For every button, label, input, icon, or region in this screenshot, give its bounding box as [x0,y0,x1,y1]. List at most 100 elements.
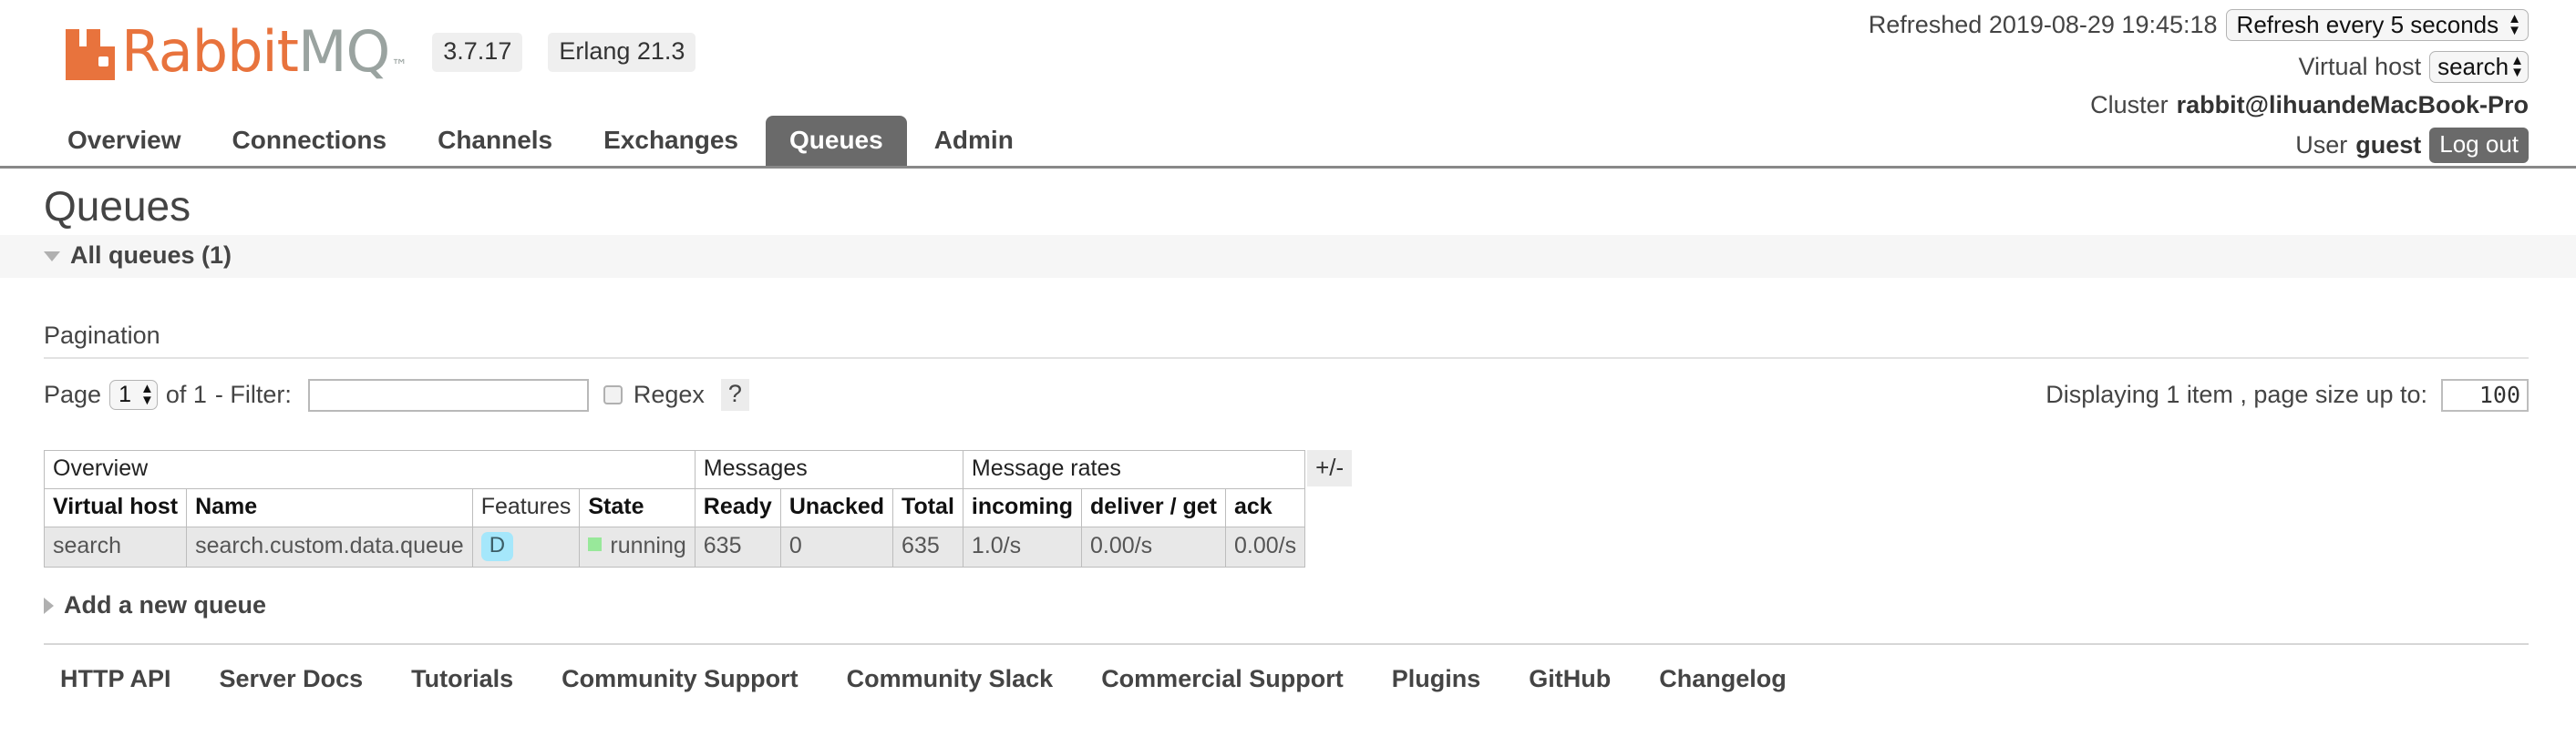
chevron-updown-icon: ▲ ▼ [2508,11,2521,38]
column-header-total[interactable]: Total [892,487,963,528]
footer-link-server-docs[interactable]: Server Docs [220,665,364,693]
vhost-select[interactable]: search ▲ ▼ [2429,51,2529,83]
pagination-divider [44,356,2529,359]
column-header-virtual-host[interactable]: Virtual host [43,487,188,528]
nav-item-admin[interactable]: Admin [911,116,1037,166]
nav-item-exchanges[interactable]: Exchanges [580,116,762,166]
toggle-columns-button[interactable]: +/- [1307,449,1353,487]
column-header-unacked[interactable]: Unacked [779,487,894,528]
cell-features: D [471,527,581,568]
durable-feature-badge: D [480,532,514,562]
cell-unacked: 0 [779,527,894,568]
group-header-overview: Overview [44,449,696,489]
pagination-controls: Page 1 ▲ ▼ of 1 - Filter: Regex ? Display… [44,378,2529,412]
cell-ack-rate: 0.00/s [1224,527,1306,568]
regex-checkbox[interactable] [603,385,623,405]
footer-link-list: HTTP API Server Docs Tutorials Community… [44,665,2529,693]
column-header-incoming[interactable]: incoming [962,487,1083,528]
all-queues-section-header[interactable]: All queues (1) [0,234,2576,278]
queues-table-wrapper: Overview Messages Message rates Virtual … [43,449,2576,568]
page-total-label: of 1 [165,381,207,409]
page-header: Rabbit MQ ™ 3.7.17 Erlang 21.3 Refreshed… [0,0,2576,169]
refresh-interval-value: Refresh every 5 seconds [2236,11,2499,38]
logo-text-mq: MQ [297,18,390,85]
cluster-label: Cluster [2090,91,2169,118]
nav-item-connections[interactable]: Connections [209,116,411,166]
vhost-row: Virtual host search ▲ ▼ [1869,51,2529,83]
footer-link-community-slack[interactable]: Community Slack [847,665,1054,693]
chevron-down-icon [44,251,60,262]
cell-state: running [579,527,696,568]
add-queue-label: Add a new queue [64,591,267,619]
cell-deliver-get-rate: 0.00/s [1081,527,1226,568]
queues-table-body: search search.custom.data.queue D runnin… [43,527,1306,568]
cluster-name: rabbit@lihuandeMacBook-Pro [2176,91,2529,118]
main-navigation: Overview Connections Channels Exchanges … [0,116,2576,169]
page-footer: HTTP API Server Docs Tutorials Community… [44,643,2529,693]
page-size-input[interactable] [2441,378,2529,412]
table-group-header-row: Overview Messages Message rates [44,449,1306,489]
regex-label: Regex [633,381,705,409]
column-header-deliver-get[interactable]: deliver / get [1081,487,1226,528]
pagination-controls-right: Displaying 1 item , page size up to: [2045,378,2529,412]
cell-total: 635 [892,527,963,568]
refresh-interval-select[interactable]: Refresh every 5 seconds ▲ ▼ [2225,9,2529,41]
footer-link-github[interactable]: GitHub [1529,665,1611,693]
erlang-version-badge: Erlang 21.3 [548,32,696,72]
footer-link-plugins[interactable]: Plugins [1392,665,1481,693]
cell-queue-name[interactable]: search.custom.data.queue [186,527,473,568]
refreshed-timestamp: Refreshed 2019-08-29 19:45:18 [1868,11,2218,38]
table-row[interactable]: search search.custom.data.queue D runnin… [43,527,1306,568]
footer-link-http-api[interactable]: HTTP API [60,665,171,693]
state-text: running [610,533,686,559]
logo-trademark-icon: ™ [391,56,407,76]
chevron-updown-icon: ▲ ▼ [2510,53,2524,80]
status-running-icon [588,537,603,552]
queues-table: Overview Messages Message rates Virtual … [43,449,1306,568]
footer-link-changelog[interactable]: Changelog [1659,665,1787,693]
column-header-state[interactable]: State [579,487,696,528]
pagination-label: Pagination [44,321,160,349]
nav-item-overview[interactable]: Overview [44,116,205,166]
footer-link-commercial-support[interactable]: Commercial Support [1101,665,1344,693]
logo-text-rabbit: Rabbit [121,18,299,85]
nav-item-channels[interactable]: Channels [414,116,576,166]
filter-label: - Filter: [214,381,292,409]
brand-logo-block: Rabbit MQ ™ 3.7.17 Erlang 21.3 [66,24,696,80]
page-number-value: 1 [118,381,131,407]
column-header-name[interactable]: Name [186,487,473,528]
pagination-section: Pagination [44,322,2576,359]
vhost-value: search [2437,53,2509,80]
nav-item-queues[interactable]: Queues [765,116,907,166]
footer-link-community-support[interactable]: Community Support [562,665,798,693]
main-content: Queues All queues (1) Pagination Page 1 … [0,183,2576,693]
column-header-features[interactable]: Features [471,487,581,528]
refresh-row: Refreshed 2019-08-29 19:45:18 Refresh ev… [1869,9,2529,41]
page-title: Queues [44,182,191,230]
filter-input[interactable] [307,378,589,412]
page-label: Page [44,381,102,409]
column-header-ready[interactable]: Ready [694,487,781,528]
regex-help-icon[interactable]: ? [720,379,749,412]
group-header-messages: Messages [694,449,963,489]
column-header-ack[interactable]: ack [1224,487,1306,528]
table-column-header-row: Virtual host Name Features State Ready U… [43,487,1306,528]
nav-list: Overview Connections Channels Exchanges … [0,116,2576,166]
chevron-right-icon [44,597,54,614]
group-header-message-rates: Message rates [962,449,1306,489]
page-number-select[interactable]: 1 ▲ ▼ [109,380,158,411]
cell-ready: 635 [694,527,781,568]
rabbitmq-logo[interactable]: Rabbit MQ ™ [66,24,407,80]
cell-incoming-rate: 1.0/s [962,527,1083,568]
cluster-row: Cluster rabbit@lihuandeMacBook-Pro [1869,93,2529,118]
pagination-controls-left: Page 1 ▲ ▼ of 1 - Filter: Regex ? [44,378,757,412]
all-queues-label: All queues (1) [70,240,232,269]
vhost-label: Virtual host [2298,53,2422,80]
cell-virtual-host: search [43,527,188,568]
footer-link-tutorials[interactable]: Tutorials [411,665,513,693]
rabbit-mark-icon [66,29,115,80]
version-badge: 3.7.17 [432,32,523,72]
queues-table-head: Overview Messages Message rates Virtual … [43,449,1306,528]
add-queue-section-header[interactable]: Add a new queue [44,591,2576,619]
chevron-updown-icon: ▲ ▼ [139,381,154,409]
